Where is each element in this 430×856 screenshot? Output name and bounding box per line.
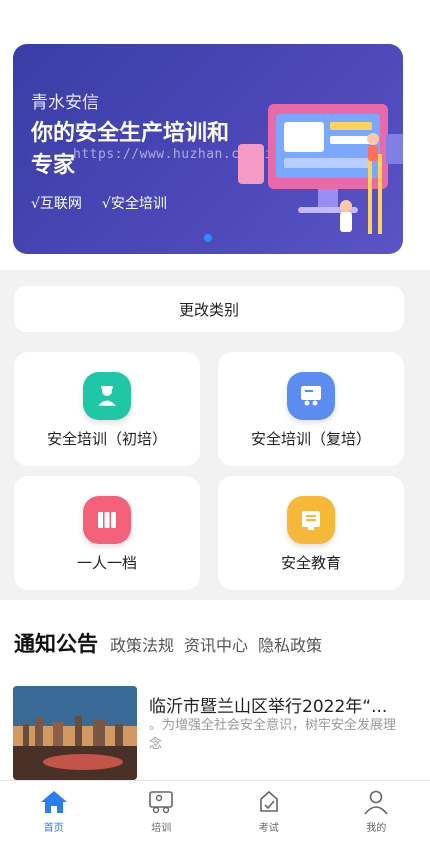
- tabbar-label: 首页: [43, 823, 64, 834]
- tabbar-label: 考试: [258, 823, 279, 834]
- home-icon: [39, 787, 69, 817]
- module-personal-archive[interactable]: 一人一档: [14, 476, 200, 590]
- module-refresher-training[interactable]: 安全培训（复培）: [218, 352, 404, 466]
- banner-tag: √安全培训: [101, 196, 167, 212]
- tabbar-profile[interactable]: 我的: [323, 781, 430, 856]
- tab-privacy[interactable]: 隐私政策: [258, 632, 322, 656]
- tab-news-center[interactable]: 资讯中心: [184, 632, 248, 656]
- bottom-tabbar: 首页 培训 考试 我的: [0, 780, 430, 856]
- exam-icon: [254, 787, 284, 817]
- news-item[interactable]: 临沂市暨兰山区举行2022年“... 。为增强全社会安全意识，树牢安全发展理念: [13, 686, 417, 786]
- training-board-icon: [287, 372, 335, 420]
- module-safety-education[interactable]: 安全教育: [218, 476, 404, 590]
- module-label: 一人一档: [76, 554, 137, 572]
- education-icon: [287, 496, 335, 544]
- top-area: 青水安信 你的安全生产培训和专家 √互联网 √安全培训 https://www.…: [0, 0, 430, 270]
- module-initial-training[interactable]: 安全培训（初培）: [14, 352, 200, 466]
- carousel-indicator[interactable]: [204, 234, 212, 242]
- module-label: 安全培训（复培）: [250, 430, 371, 448]
- tabbar-home[interactable]: 首页: [0, 781, 108, 856]
- tabbar-label: 我的: [366, 823, 387, 834]
- worker-icon: [83, 372, 131, 420]
- training-icon: [146, 787, 176, 817]
- tab-policies[interactable]: 政策法规: [110, 632, 174, 656]
- module-label: 安全教育: [280, 554, 341, 572]
- module-label: 安全培训（初培）: [46, 430, 167, 448]
- banner-brand: 青水安信: [31, 93, 99, 113]
- banner-illustration: [238, 104, 403, 234]
- banner[interactable]: 青水安信 你的安全生产培训和专家 √互联网 √安全培训 https://www.…: [13, 44, 403, 254]
- news-description: 。为增强全社会安全意识，树牢安全发展理念: [149, 718, 397, 752]
- news-section: 通知公告 政策法规 资讯中心 隐私政策 临沂市暨兰山区举行2022年“... 。…: [0, 600, 430, 780]
- news-title: 临沂市暨兰山区举行2022年“...: [149, 697, 388, 717]
- news-thumbnail: [13, 686, 137, 780]
- change-category-button[interactable]: 更改类别: [14, 286, 404, 332]
- tabbar-exam[interactable]: 考试: [215, 781, 323, 856]
- tabbar-label: 培训: [151, 823, 172, 834]
- tab-notices[interactable]: 通知公告: [14, 628, 98, 658]
- profile-icon: [361, 787, 391, 817]
- banner-tags: √互联网 √安全培训: [31, 193, 167, 213]
- tabbar-training[interactable]: 培训: [108, 781, 216, 856]
- archive-icon: [83, 496, 131, 544]
- news-tabs: 通知公告 政策法规 资讯中心 隐私政策: [14, 628, 322, 658]
- banner-tag: √互联网: [31, 196, 82, 212]
